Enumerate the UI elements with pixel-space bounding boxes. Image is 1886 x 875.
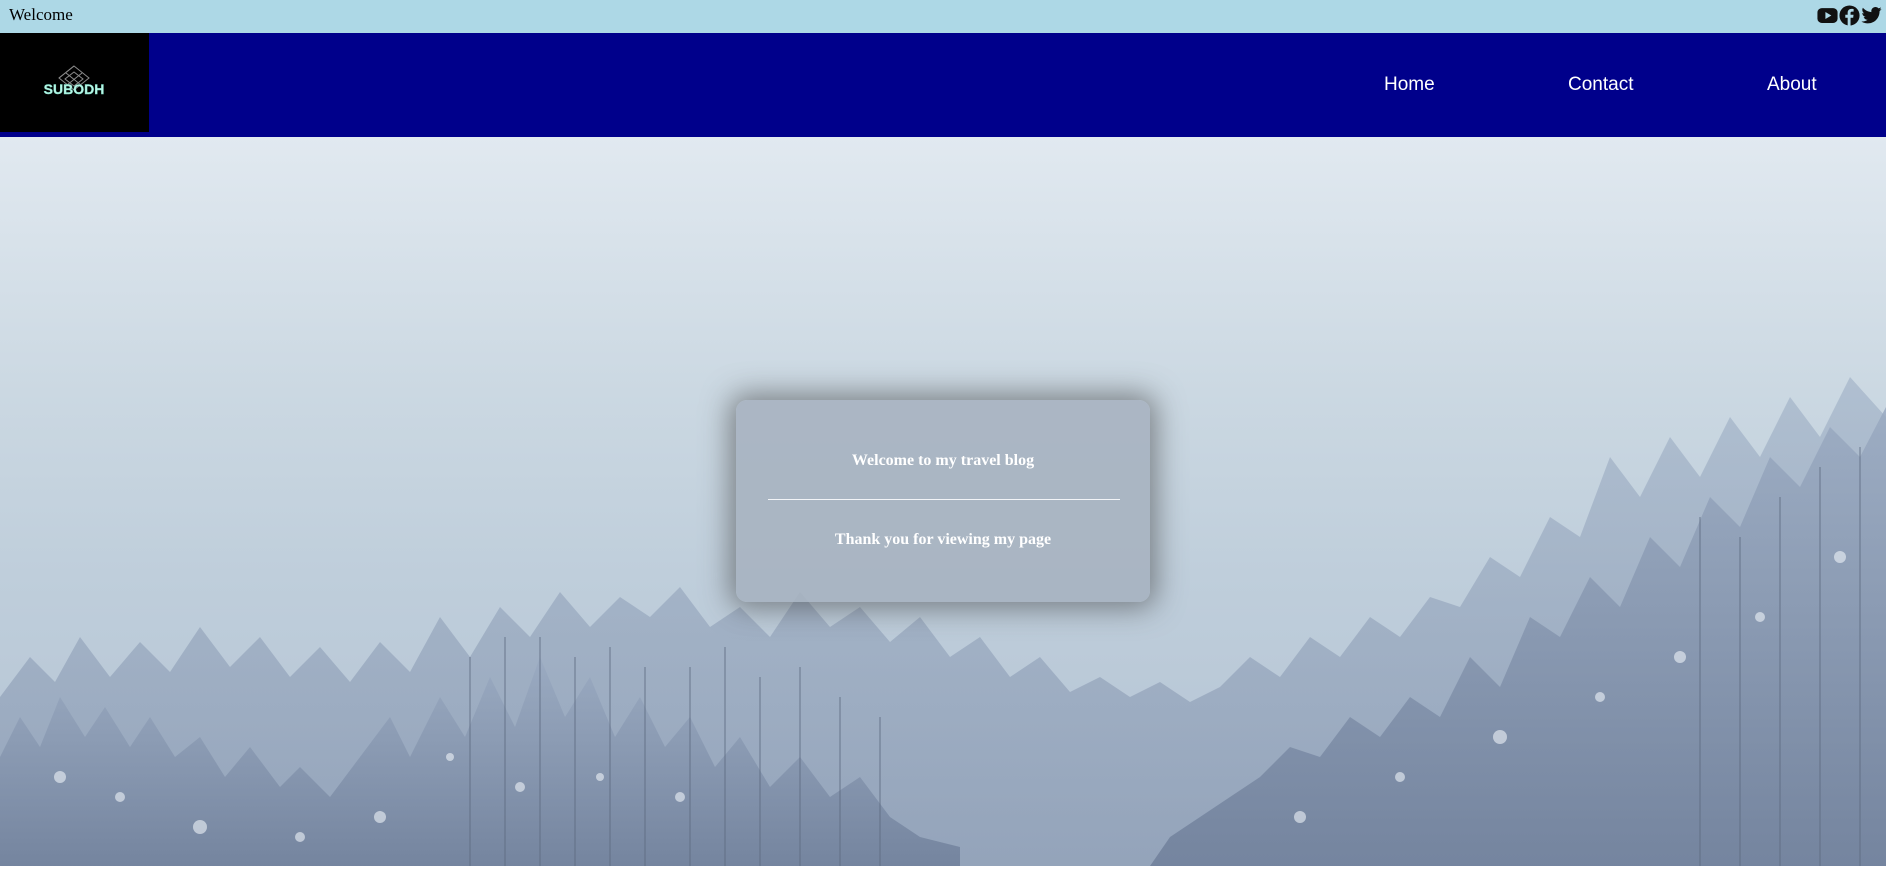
twitter-icon bbox=[1861, 6, 1882, 23]
hero-background: Welcome to my travel blog Thank you for … bbox=[0, 137, 1886, 866]
nav-contact-link[interactable]: Contact bbox=[1568, 74, 1633, 96]
youtube-icon bbox=[1817, 7, 1838, 23]
logo-mark-icon: SUBODH bbox=[43, 65, 105, 97]
site-logo[interactable]: SUBODH bbox=[0, 33, 149, 132]
card-title: Welcome to my travel blog bbox=[851, 452, 1035, 469]
social-links bbox=[1817, 4, 1882, 26]
bottom-strip bbox=[0, 866, 1886, 875]
youtube-link[interactable] bbox=[1817, 5, 1838, 26]
nav-home-link[interactable]: Home bbox=[1384, 74, 1435, 96]
top-bar: Welcome bbox=[0, 0, 1886, 33]
welcome-text: Welcome bbox=[9, 5, 73, 24]
twitter-link[interactable] bbox=[1861, 5, 1882, 26]
nav-about-link[interactable]: About bbox=[1767, 74, 1817, 96]
facebook-icon bbox=[1839, 4, 1860, 26]
main-navbar: SUBODH Home Contact About bbox=[0, 33, 1886, 137]
logo-text: SUBODH bbox=[44, 81, 105, 97]
welcome-card: Welcome to my travel blog Thank you for … bbox=[736, 400, 1150, 602]
card-divider bbox=[768, 499, 1120, 500]
facebook-link[interactable] bbox=[1839, 4, 1860, 26]
card-subtitle: Thank you for viewing my page bbox=[834, 531, 1052, 548]
